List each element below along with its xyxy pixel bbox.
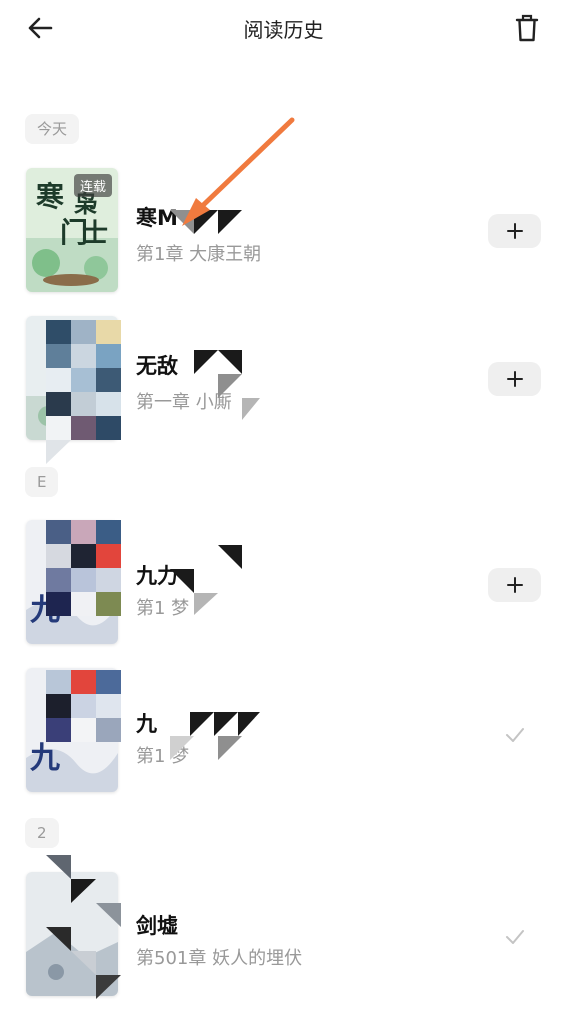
svg-text:寒: 寒 — [36, 180, 64, 213]
book-cover[interactable]: 寒 门 枭 士 连载 — [26, 168, 118, 292]
history-item[interactable]: 九 九 第1 梦 — [0, 668, 567, 794]
plus-icon — [506, 223, 523, 239]
history-item[interactable]: 剑墟 第501章 妖人的埋伏 — [0, 872, 567, 998]
delete-button[interactable] — [510, 10, 544, 46]
added-indicator — [500, 720, 530, 750]
plus-icon — [506, 371, 523, 387]
book-title: 寒M — [136, 206, 178, 230]
check-icon — [506, 930, 524, 944]
annotation-arrow — [182, 117, 295, 226]
book-title: 九 — [136, 712, 157, 736]
book-subtitle: 第1章 大康王朝 — [136, 244, 262, 265]
book-cover[interactable]: 九 — [26, 520, 118, 644]
top-bar: 阅读历史 — [0, 0, 567, 56]
book-title: 无敌 — [136, 354, 178, 378]
trash-icon — [515, 14, 539, 42]
book-subtitle: 第501章 妖人的埋伏 — [136, 948, 303, 969]
plus-icon — [506, 577, 523, 593]
section-label-today: 今天 — [25, 114, 80, 144]
book-cover[interactable] — [26, 316, 118, 440]
serial-badge: 连载 — [73, 174, 112, 197]
book-subtitle: 第1 梦 — [136, 598, 190, 619]
add-to-shelf-button[interactable] — [488, 568, 541, 602]
book-cover[interactable]: 九 — [26, 668, 118, 792]
section-label-earlier: E — [25, 467, 59, 497]
section-label-older: 2 — [25, 818, 59, 848]
book-cover[interactable] — [26, 872, 118, 996]
book-title: 剑墟 — [136, 914, 178, 938]
book-subtitle: 第一章 小厮 — [136, 392, 232, 413]
add-to-shelf-button[interactable] — [488, 214, 541, 248]
add-to-shelf-button[interactable] — [488, 362, 541, 396]
book-title: 九力 — [136, 564, 178, 588]
page-title: 阅读历史 — [243, 18, 324, 42]
history-item[interactable]: 九 九力 第1 梦 — [0, 520, 567, 646]
svg-text:九: 九 — [30, 593, 60, 628]
check-icon — [506, 728, 524, 742]
added-indicator — [500, 922, 530, 952]
history-item[interactable]: 无敌 第一章 小厮 — [0, 316, 567, 442]
svg-text:九: 九 — [30, 741, 60, 776]
svg-text:士: 士 — [82, 219, 108, 249]
book-subtitle: 第1 梦 — [136, 746, 190, 767]
history-item[interactable]: 寒 门 枭 士 连载 寒M 第1章 大康王朝 — [0, 168, 567, 294]
